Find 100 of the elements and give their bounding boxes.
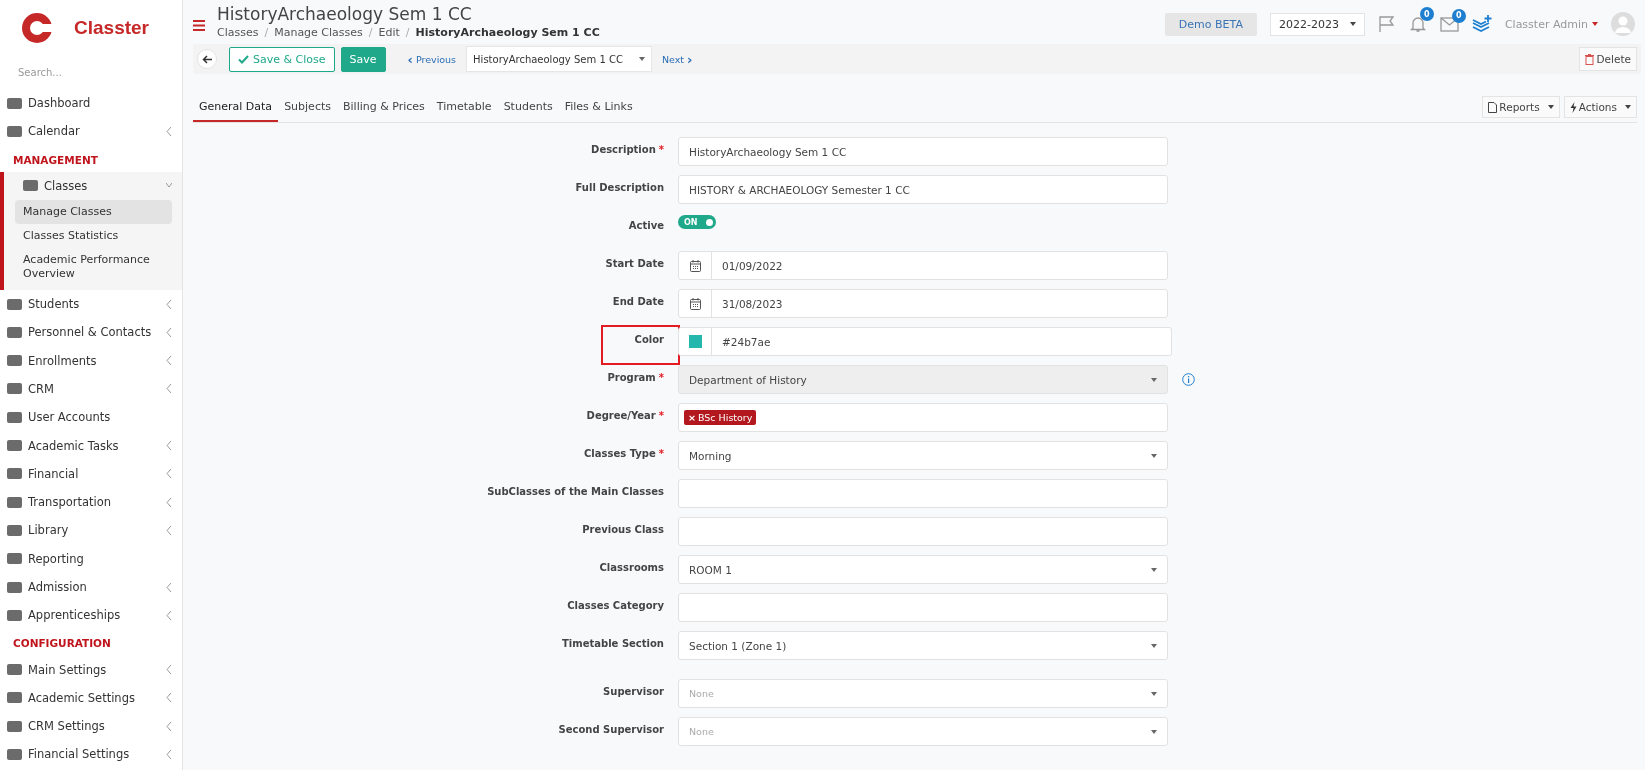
brand-name: Classter: [74, 16, 149, 39]
chevron-icon: [166, 693, 172, 703]
calendar-icon: [689, 297, 701, 310]
nav-item[interactable]: Academic Tasks: [0, 431, 182, 460]
nav-item[interactable]: Calendar: [0, 117, 182, 146]
calendar-icon: [689, 259, 701, 272]
record-dropdown[interactable]: HistoryArchaeology Sem 1 CC: [466, 46, 652, 72]
select-field[interactable]: Morning: [678, 441, 1168, 470]
flag-icon[interactable]: [1377, 15, 1396, 33]
chevron-icon: [166, 299, 172, 309]
document-icon: [1488, 101, 1498, 113]
tab[interactable]: Students: [497, 92, 559, 122]
field-label: Classes Category: [567, 600, 664, 611]
field-label: Color: [634, 334, 664, 347]
chevron-icon: [166, 665, 172, 675]
section-heading: MANAGEMENT: [12, 152, 99, 168]
nav-item[interactable]: Apprenticeships: [0, 601, 182, 630]
field-label: Program: [607, 372, 656, 383]
tab[interactable]: Subjects: [278, 92, 337, 122]
color-field[interactable]: #24b7ae: [678, 327, 1172, 356]
chevron-icon: [166, 750, 172, 759]
date-value: 31/08/2023: [721, 297, 783, 310]
nav-item[interactable]: Transportation: [0, 487, 182, 517]
field-label: Previous Class: [582, 524, 664, 535]
text-field[interactable]: [678, 479, 1168, 508]
submenu-item[interactable]: Manage Classes: [15, 199, 172, 224]
nav-item[interactable]: Personnel & Contacts: [0, 318, 182, 347]
chevron-icon: [166, 497, 172, 507]
tag[interactable]: × BSc History: [684, 410, 757, 425]
year-dropdown[interactable]: 2022-2023: [1269, 12, 1365, 36]
tab[interactable]: Timetable: [430, 92, 498, 122]
chevron-icon: [166, 582, 172, 592]
field-label: Degree/Year: [586, 410, 656, 421]
nav-item[interactable]: Academic Settings: [0, 683, 182, 713]
nav-item[interactable]: CRM: [0, 374, 182, 404]
nav-item[interactable]: Library: [0, 516, 182, 545]
select-field[interactable]: ROOM 1: [678, 555, 1168, 584]
nav-item[interactable]: Reporting: [0, 544, 182, 573]
tab[interactable]: Files & Links: [558, 92, 639, 122]
breadcrumb-item[interactable]: Edit: [378, 26, 400, 39]
field-label: Classes Type: [584, 448, 656, 459]
reports-button[interactable]: Reports: [1482, 96, 1560, 118]
nav-item[interactable]: Students: [0, 289, 182, 319]
field-label: SubClasses of the Main Classes: [487, 486, 664, 497]
chevron-icon: [166, 610, 172, 620]
nav-item[interactable]: Financial Settings: [0, 740, 182, 769]
bell-icon[interactable]: [1408, 15, 1427, 33]
chevron-icon: [166, 384, 172, 394]
text-field[interactable]: HISTORY & ARCHAEOLOGY Semester 1 CC: [678, 175, 1168, 204]
chevron-icon: [166, 356, 172, 366]
nav-item[interactable]: CRM Settings: [0, 712, 182, 741]
tab[interactable]: General Data: [193, 92, 279, 122]
nav-item[interactable]: Financial: [0, 459, 182, 488]
breadcrumb-separator: /: [405, 26, 410, 39]
envelope-icon[interactable]: [1439, 16, 1459, 32]
tag-field[interactable]: × BSc History: [678, 403, 1168, 432]
tab[interactable]: Billing & Prices: [337, 92, 431, 122]
text-field[interactable]: HistoryArchaeology Sem 1 CC: [678, 137, 1168, 166]
check-icon: [238, 54, 249, 64]
submenu-item[interactable]: Classes Statistics: [15, 223, 172, 248]
back-button[interactable]: [197, 49, 217, 69]
layers-plus-icon[interactable]: [1471, 15, 1492, 33]
date-field[interactable]: 01/09/2022: [678, 251, 1168, 280]
color-swatch[interactable]: [688, 335, 702, 348]
required-mark: *: [658, 410, 664, 421]
chevron-icon: [166, 469, 172, 479]
date-value: 01/09/2022: [721, 259, 783, 272]
nav-item[interactable]: Classes: [4, 171, 182, 200]
delete-button[interactable]: Delete: [1578, 47, 1637, 71]
field-label: Classrooms: [599, 562, 664, 573]
select-field[interactable]: Section 1 (Zone 1): [678, 631, 1168, 660]
nav-item[interactable]: Enrollments: [0, 346, 182, 375]
required-mark: *: [658, 448, 664, 459]
actions-button[interactable]: Actions: [1563, 96, 1637, 118]
date-field[interactable]: 31/08/2023: [678, 289, 1168, 318]
search-field[interactable]: Search...: [16, 66, 170, 79]
chevron-icon: [166, 441, 172, 450]
chevron-icon: [166, 126, 172, 136]
chevron-icon: [166, 525, 172, 535]
required-mark: *: [658, 372, 664, 383]
required-mark: *: [658, 144, 664, 155]
nav-item[interactable]: User Accounts: [0, 403, 182, 432]
text-field[interactable]: [678, 517, 1168, 546]
breadcrumb-item[interactable]: Classes: [217, 26, 259, 39]
text-field[interactable]: [678, 593, 1168, 622]
lightning-icon: [1569, 101, 1577, 113]
previous-link[interactable]: ‹ Previous: [403, 51, 461, 67]
nav-item[interactable]: Main Settings: [0, 655, 182, 684]
arrow-left-icon: [201, 54, 213, 64]
breadcrumb-separator: /: [368, 26, 373, 39]
chevron-icon: [166, 327, 172, 337]
breadcrumb-item[interactable]: Manage Classes: [274, 26, 363, 39]
page-title: HistoryArchaeology Sem 1 CC: [217, 4, 473, 24]
field-label: End Date: [612, 296, 664, 307]
notification-count: 0: [1419, 7, 1434, 21]
color-value: #24b7ae: [721, 335, 771, 348]
next-link[interactable]: Next ›: [657, 51, 697, 67]
nav-item[interactable]: Admission: [0, 572, 182, 602]
nav-item[interactable]: Dashboard: [0, 89, 182, 118]
submenu-item[interactable]: Academic Performance Overview: [15, 247, 172, 286]
